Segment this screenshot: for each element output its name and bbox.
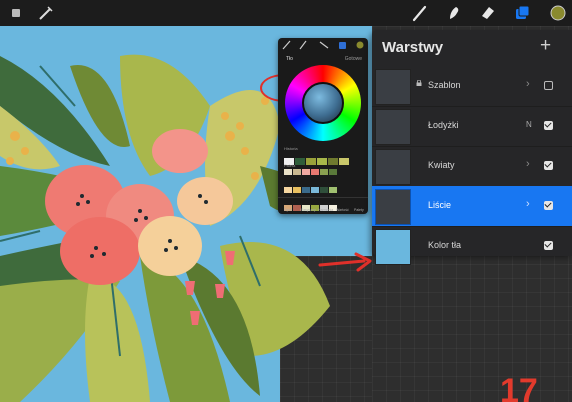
palette-swatch[interactable]	[284, 169, 292, 175]
layer-row[interactable]: Kwiaty ›	[372, 146, 572, 187]
history-swatch[interactable]	[306, 158, 316, 165]
palette-swatch[interactable]	[284, 187, 292, 193]
layer-name: Kwiaty	[428, 160, 455, 170]
layers-panel: Warstwy + Szablon › Łodyżki N Kwiaty › L…	[372, 30, 572, 265]
palette-swatch[interactable]	[320, 169, 328, 175]
pointer-arrow	[318, 252, 372, 272]
layers-panel-title: Warstwy	[382, 39, 444, 56]
color-disc-center[interactable]	[302, 82, 344, 124]
palette-swatch[interactable]	[311, 187, 319, 193]
tab-classic[interactable]: Klasyczny	[300, 208, 316, 212]
layer-thumbnail	[375, 189, 411, 225]
color-history[interactable]	[284, 152, 350, 165]
visibility-checkbox[interactable]	[544, 201, 553, 210]
layer-row[interactable]: Szablon ›	[372, 66, 572, 107]
visibility-checkbox[interactable]	[544, 81, 553, 90]
tab-palettes[interactable]: Palety	[354, 208, 364, 212]
layer-row[interactable]: Kolor tła	[372, 226, 572, 266]
smudge-icon[interactable]	[444, 3, 464, 23]
palette-swatch[interactable]	[329, 169, 337, 175]
layer-row-selected[interactable]: Liście ›	[372, 186, 572, 227]
color-picker-popover: Tło Gotowe Historia Paleta Dysk Klasyczn…	[278, 38, 368, 214]
history-swatch[interactable]	[295, 158, 305, 165]
chevron-right-icon[interactable]: ›	[526, 198, 530, 210]
gallery-icon[interactable]	[6, 3, 26, 23]
step-number: 17	[500, 372, 538, 402]
color-tabs	[282, 40, 364, 50]
history-label: Historia	[284, 146, 298, 151]
history-swatch[interactable]	[317, 158, 327, 165]
color-wheel[interactable]	[285, 65, 361, 141]
history-swatch[interactable]	[328, 158, 338, 165]
layer-thumbnail	[375, 69, 411, 105]
tab-harmony[interactable]: Harmonia	[318, 208, 333, 212]
color-picker-title: Tło	[286, 56, 293, 62]
palette-swatch[interactable]	[302, 187, 310, 193]
blend-mode-label[interactable]: N	[526, 120, 532, 129]
color-mode-tabs: Dysk Klasyczny Harmonia Wartość Palety	[278, 197, 368, 214]
top-toolbar	[0, 0, 572, 26]
add-layer-button[interactable]: +	[540, 35, 551, 57]
layer-name: Szablon	[428, 80, 461, 90]
palette-swatch[interactable]	[293, 169, 301, 175]
color-swatch-icon[interactable]	[548, 3, 568, 23]
visibility-checkbox[interactable]	[544, 161, 553, 170]
palette-swatch[interactable]	[329, 187, 337, 193]
layer-name: Kolor tła	[428, 240, 462, 250]
palette-label: Paleta	[284, 163, 296, 168]
layer-name: Liście	[428, 200, 452, 210]
color-picker-done[interactable]: Gotowe	[345, 56, 362, 62]
lock-icon	[416, 80, 422, 86]
layers-icon[interactable]	[512, 3, 532, 23]
palette-swatch[interactable]	[311, 169, 319, 175]
history-swatch[interactable]	[339, 158, 349, 165]
palette-swatch[interactable]	[320, 187, 328, 193]
visibility-checkbox[interactable]	[544, 241, 553, 250]
chevron-right-icon[interactable]: ›	[526, 78, 530, 90]
eraser-icon[interactable]	[478, 3, 498, 23]
layer-thumbnail	[375, 229, 411, 265]
tab-value[interactable]: Wartość	[336, 208, 349, 212]
visibility-checkbox[interactable]	[544, 121, 553, 130]
layer-thumbnail	[375, 109, 411, 145]
palette-swatch[interactable]	[302, 169, 310, 175]
tab-disc[interactable]: Dysk	[284, 208, 292, 212]
layer-name: Łodyżki	[428, 120, 459, 130]
layer-thumbnail	[375, 149, 411, 185]
color-palette[interactable]	[284, 169, 340, 223]
palette-swatch[interactable]	[293, 187, 301, 193]
layer-row[interactable]: Łodyżki N	[372, 106, 572, 147]
adjustments-wand-icon[interactable]	[36, 3, 56, 23]
chevron-right-icon[interactable]: ›	[526, 158, 530, 170]
brush-icon[interactable]	[410, 3, 430, 23]
